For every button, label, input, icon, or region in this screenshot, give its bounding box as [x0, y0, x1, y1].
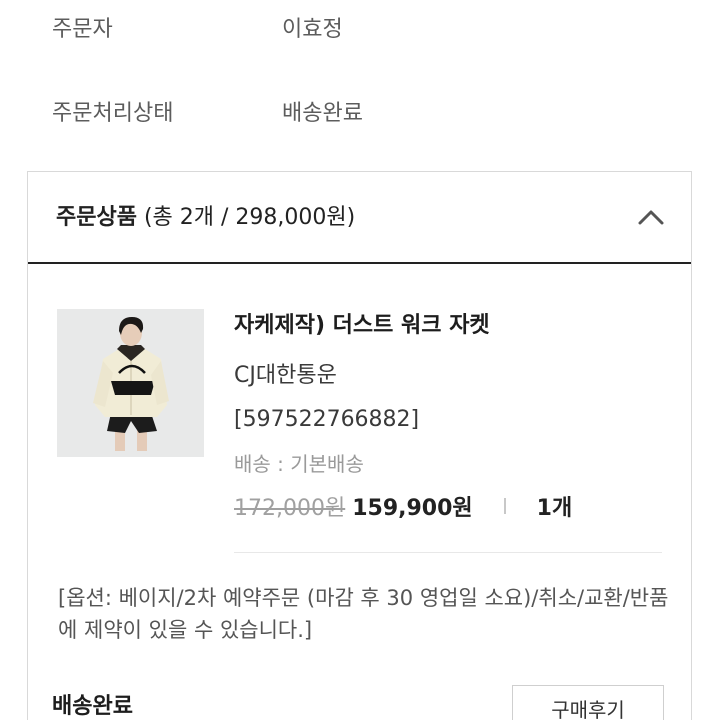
- shipping-method: 배송 : 기본배송: [234, 452, 364, 476]
- product-name[interactable]: 자케제작) 더스트 워크 자켓: [234, 310, 490, 342]
- order-status-value: 배송완료: [282, 101, 363, 126]
- order-status-row: 주문처리상태 배송완료: [0, 94, 720, 134]
- order-items-title: 주문상품 (총 2개 / 298,000원): [56, 200, 355, 236]
- order-items-header[interactable]: 주문상품 (총 2개 / 298,000원): [28, 172, 691, 264]
- item-divider: [234, 552, 662, 553]
- chevron-up-icon[interactable]: [635, 202, 667, 234]
- order-items-heading: 주문상품: [56, 205, 137, 230]
- original-price: 172,000원: [234, 496, 346, 521]
- orderer-label: 주문자: [52, 17, 113, 42]
- tracking-number-link[interactable]: [597522766882]: [234, 404, 419, 436]
- price-row: 172,000원 159,900원 1개: [234, 492, 572, 526]
- orderer-value: 이효정: [282, 17, 343, 42]
- order-status-label: 주문처리상태: [52, 101, 174, 126]
- quantity: 1개: [536, 496, 573, 521]
- order-items-summary: (총 2개 / 298,000원): [143, 205, 356, 230]
- order-items-panel: 주문상품 (총 2개 / 298,000원) 자케제작) 더스트 워크 자켓 C…: [27, 171, 692, 720]
- sale-price: 159,900원: [352, 496, 473, 521]
- delivery-status: 배송완료: [52, 694, 133, 719]
- price-quantity-divider: [503, 498, 506, 514]
- product-thumbnail[interactable]: [57, 309, 204, 457]
- orderer-row: 주문자 이효정: [0, 10, 720, 50]
- write-review-button[interactable]: 구매후기: [512, 685, 664, 720]
- option-note: [옵션: 베이지/2차 예약주문 (마감 후 30 영업일 소요)/취소/교환/…: [58, 586, 669, 642]
- courier-name: CJ대한통운: [234, 363, 337, 388]
